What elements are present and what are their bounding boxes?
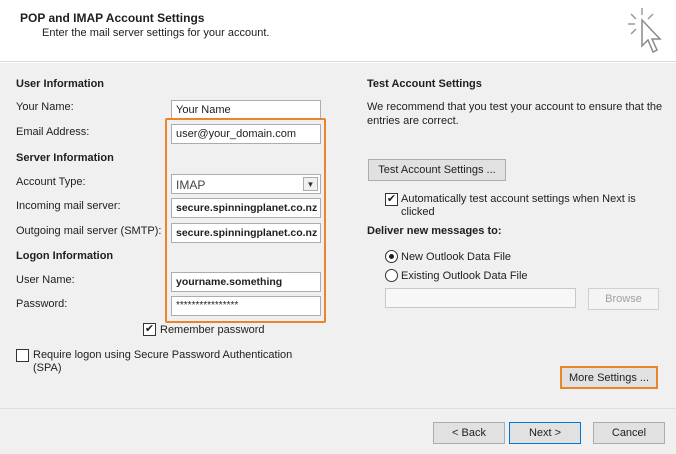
user-info-heading: User Information [16, 78, 105, 90]
new-data-file-radio[interactable] [385, 250, 398, 263]
logon-info-heading: Logon Information [16, 250, 114, 262]
your-name-label: Your Name: [16, 101, 74, 113]
account-type-label: Account Type: [16, 176, 86, 188]
deliver-heading: Deliver new messages to: [367, 225, 502, 237]
outgoing-server-field[interactable]: secure.spinningplanet.co.nz [171, 223, 321, 243]
more-settings-button[interactable]: More Settings ... [560, 366, 658, 389]
spa-label: Require logon using Secure Password Auth… [33, 349, 293, 374]
email-address-field[interactable]: user@your_domain.com [171, 124, 321, 144]
outgoing-server-label: Outgoing mail server (SMTP): [16, 225, 162, 237]
dialog-title: POP and IMAP Account Settings [20, 11, 205, 25]
dialog-subtitle: Enter the mail server settings for your … [42, 27, 270, 39]
your-name-field[interactable]: Your Name [171, 100, 321, 120]
browse-button: Browse [588, 288, 659, 310]
new-data-file-label: New Outlook Data File [401, 251, 512, 263]
remember-password-label: Remember password [160, 324, 265, 336]
next-button[interactable]: Next > [509, 422, 581, 444]
click-cursor-icon [628, 8, 662, 54]
existing-data-file-radio[interactable] [385, 269, 398, 282]
password-label: Password: [16, 298, 68, 310]
existing-data-file-label: Existing Outlook Data File [401, 270, 528, 282]
test-account-settings-button[interactable]: Test Account Settings ... [368, 159, 506, 181]
user-name-label: User Name: [16, 274, 75, 286]
server-info-heading: Server Information [16, 152, 114, 164]
dialog-header: POP and IMAP Account Settings Enter the … [0, 0, 676, 62]
chevron-down-icon[interactable]: ▼ [303, 177, 318, 191]
auto-test-label: Automatically test account settings when… [401, 193, 636, 218]
incoming-server-field[interactable]: secure.spinningplanet.co.nz [171, 198, 321, 218]
test-settings-description: We recommend that you test your account … [367, 101, 663, 127]
data-file-path-field [385, 288, 576, 308]
auto-test-checkbox[interactable]: ✔ [385, 193, 398, 206]
cancel-button[interactable]: Cancel [593, 422, 665, 444]
account-type-value: IMAP [176, 178, 206, 192]
remember-password-checkbox[interactable]: ✔ [143, 323, 156, 336]
user-name-field[interactable]: yourname.something [171, 272, 321, 292]
test-settings-heading: Test Account Settings [367, 78, 482, 90]
email-address-label: Email Address: [16, 126, 90, 138]
spa-checkbox[interactable] [16, 349, 29, 362]
radio-selected-dot [389, 254, 394, 259]
incoming-server-label: Incoming mail server: [16, 200, 121, 212]
account-type-select[interactable]: IMAP ▼ [171, 174, 321, 194]
checkmark-icon: ✔ [144, 323, 155, 335]
password-field[interactable]: **************** [171, 296, 321, 316]
back-button[interactable]: < Back [433, 422, 505, 444]
checkmark-icon: ✔ [386, 193, 397, 205]
